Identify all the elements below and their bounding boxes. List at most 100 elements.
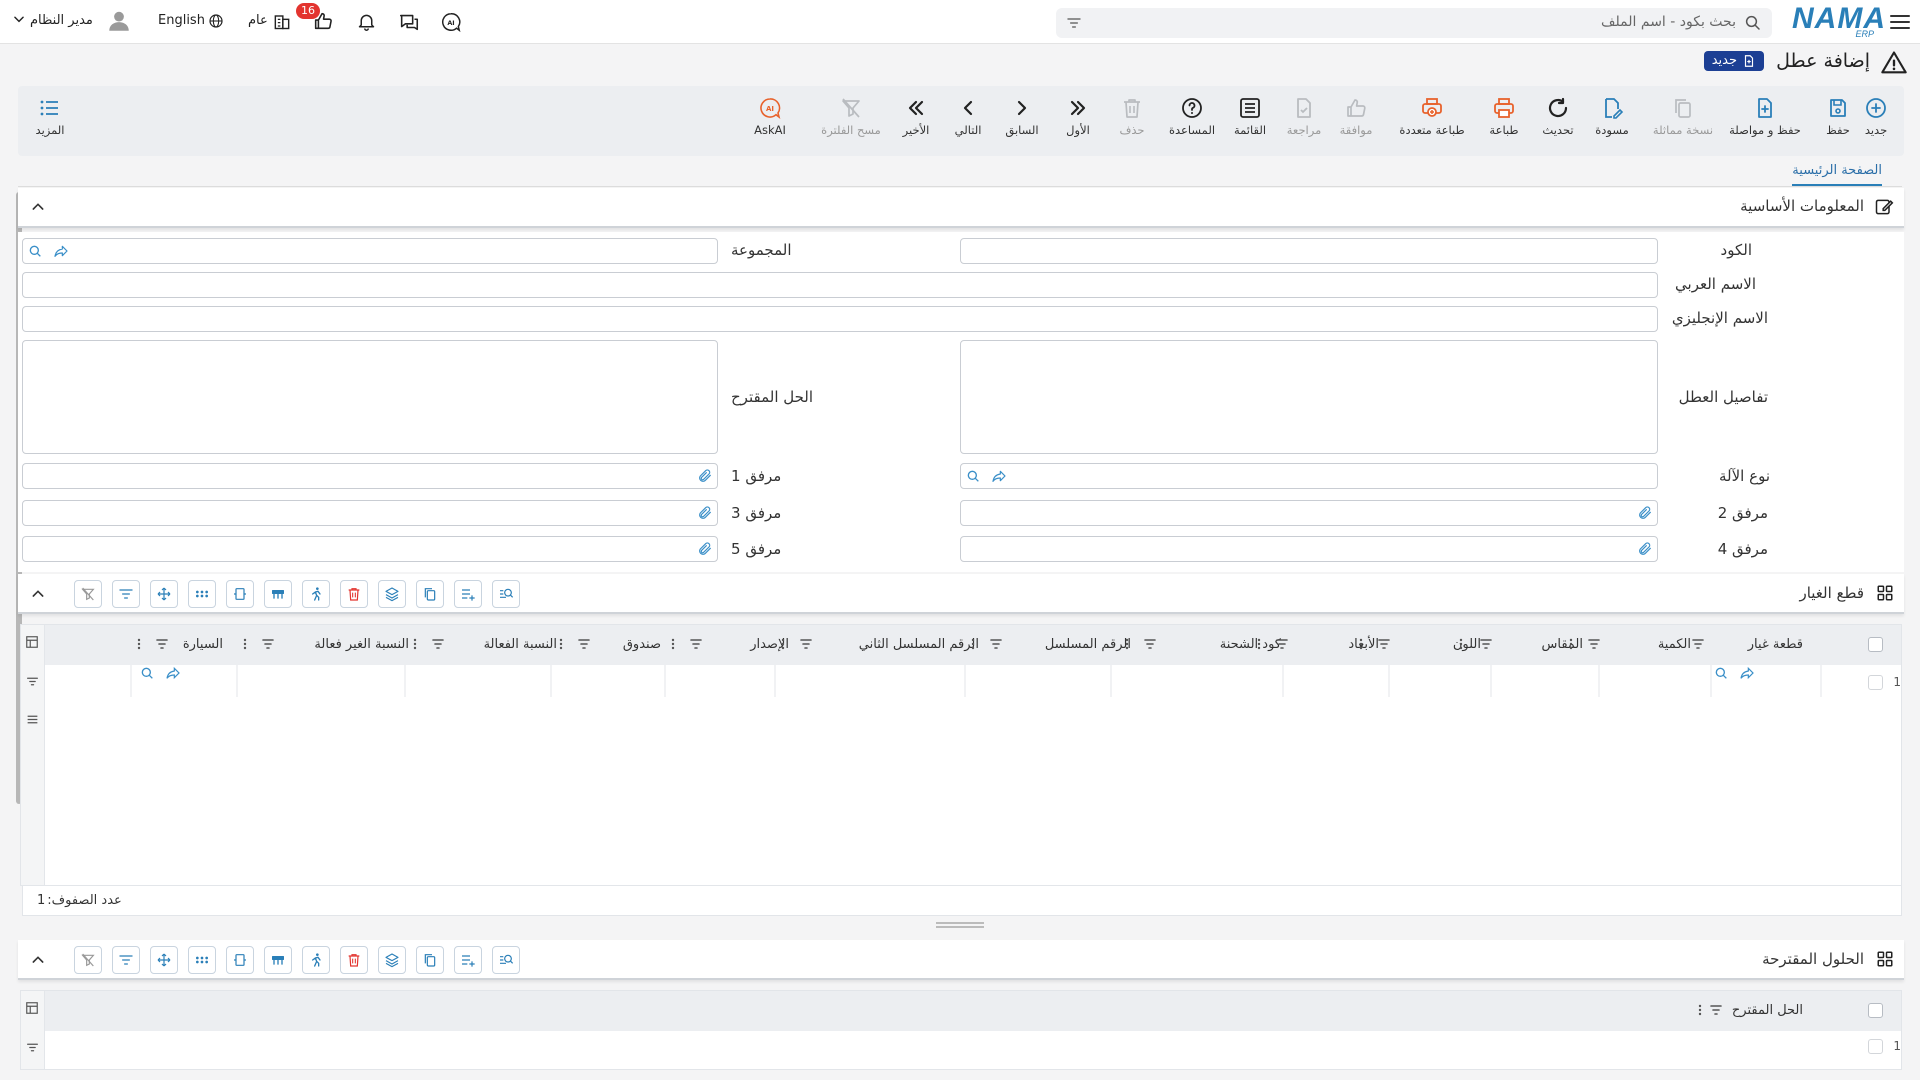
suggested-solution-label: الحل المقترح bbox=[731, 388, 814, 406]
add-rows-button[interactable] bbox=[454, 580, 482, 608]
attachment1-field[interactable] bbox=[22, 463, 718, 489]
review-button[interactable]: مراجعة bbox=[1276, 86, 1332, 156]
group-field[interactable] bbox=[22, 238, 718, 264]
search-refresh-icon[interactable] bbox=[1713, 665, 1729, 681]
tab-home[interactable]: الصفحة الرئيسية bbox=[1792, 163, 1882, 186]
paperclip-icon[interactable] bbox=[697, 468, 713, 484]
fit-columns-button[interactable] bbox=[226, 946, 254, 974]
attachment5-field[interactable] bbox=[22, 536, 718, 562]
multi-print-button[interactable]: طباعة متعددة bbox=[1394, 86, 1470, 156]
search-grid-button[interactable] bbox=[492, 946, 520, 974]
runner-button[interactable] bbox=[302, 580, 330, 608]
suggested-solution-textarea[interactable] bbox=[22, 340, 718, 454]
filter-grid-button[interactable] bbox=[112, 946, 140, 974]
search-input[interactable]: بحث بكود - اسم الملف bbox=[1056, 8, 1772, 38]
approve-button[interactable]: موافقة bbox=[1328, 86, 1384, 156]
edit-icon bbox=[1874, 197, 1894, 217]
copy-row-button[interactable] bbox=[416, 946, 444, 974]
fit-columns-button[interactable] bbox=[226, 580, 254, 608]
chevron-down-icon[interactable] bbox=[12, 12, 26, 26]
bell-icon[interactable] bbox=[356, 11, 377, 32]
search-refresh-icon[interactable] bbox=[965, 468, 981, 484]
arabic-name-field[interactable] bbox=[22, 272, 1658, 298]
attachment2-field[interactable] bbox=[960, 500, 1658, 526]
english-name-field[interactable] bbox=[22, 306, 1658, 332]
scope-label[interactable]: عام bbox=[248, 13, 268, 28]
previous-button[interactable]: السابق bbox=[994, 86, 1050, 156]
nama-logo[interactable]: NAMA ERP bbox=[1792, 4, 1885, 40]
columns-icon[interactable] bbox=[25, 1001, 39, 1015]
move-grid-button[interactable] bbox=[150, 946, 178, 974]
clear-filter-grid-button[interactable] bbox=[74, 580, 102, 608]
next-button[interactable]: التالي bbox=[940, 86, 996, 156]
attachment4-field[interactable] bbox=[960, 536, 1658, 562]
globe-icon[interactable] bbox=[208, 13, 224, 29]
more-button[interactable]: المزيد bbox=[22, 86, 78, 156]
delete-button[interactable]: حذف bbox=[1104, 86, 1160, 156]
share-icon[interactable] bbox=[1739, 665, 1755, 681]
share-icon[interactable] bbox=[165, 665, 181, 681]
filter-icon[interactable] bbox=[1066, 15, 1082, 31]
search-grid-button[interactable] bbox=[492, 580, 520, 608]
add-rows-button[interactable] bbox=[454, 946, 482, 974]
layers-button[interactable] bbox=[378, 946, 406, 974]
duplicate-button[interactable]: نسخة مماثلة bbox=[1650, 86, 1716, 156]
filter-icon[interactable] bbox=[26, 1041, 39, 1054]
runner-button[interactable] bbox=[302, 946, 330, 974]
filter-grid-button[interactable] bbox=[112, 580, 140, 608]
select-all-checkbox[interactable] bbox=[1868, 1003, 1883, 1018]
avatar[interactable] bbox=[106, 8, 132, 34]
clear-filter-button[interactable]: مسح الفلترة bbox=[818, 86, 884, 156]
machine-type-field[interactable] bbox=[960, 463, 1658, 489]
askai-button[interactable]: AI AskAI bbox=[742, 86, 798, 156]
list-button[interactable]: القائمة bbox=[1222, 86, 1278, 156]
paperclip-icon[interactable] bbox=[1637, 505, 1653, 521]
grid-dots-button[interactable] bbox=[188, 580, 216, 608]
delete-row-button[interactable] bbox=[340, 946, 368, 974]
user-name[interactable]: مدير النظام bbox=[30, 13, 93, 28]
layers-button[interactable] bbox=[378, 580, 406, 608]
table-row[interactable]: 1 bbox=[1825, 1033, 1901, 1061]
menu-lines-icon[interactable] bbox=[26, 713, 39, 726]
first-button[interactable]: الأول bbox=[1050, 86, 1106, 156]
row-checkbox[interactable] bbox=[1868, 1039, 1883, 1054]
draft-button[interactable]: مسودة bbox=[1584, 86, 1640, 156]
table-view-button[interactable] bbox=[264, 946, 292, 974]
refresh-button[interactable]: تحديث bbox=[1530, 86, 1586, 156]
col-header-suggested-solution[interactable]: الحل المقترح bbox=[1732, 1003, 1803, 1018]
collapse-icon[interactable] bbox=[30, 952, 46, 968]
share-icon[interactable] bbox=[991, 468, 1007, 484]
help-button[interactable]: المساعدة bbox=[1164, 86, 1220, 156]
copy-row-button[interactable] bbox=[416, 580, 444, 608]
last-button[interactable]: الأخير bbox=[888, 86, 944, 156]
grid-dots-button[interactable] bbox=[188, 946, 216, 974]
paperclip-icon[interactable] bbox=[697, 541, 713, 557]
menu-icon[interactable] bbox=[1888, 10, 1912, 34]
save-button[interactable]: حفظ bbox=[1810, 86, 1866, 156]
search-refresh-icon[interactable] bbox=[27, 243, 43, 259]
delete-row-button[interactable] bbox=[340, 580, 368, 608]
print-button[interactable]: طباعة bbox=[1476, 86, 1532, 156]
ai-assistant-icon[interactable]: AI bbox=[440, 11, 462, 33]
attachment3-field[interactable] bbox=[22, 500, 718, 526]
paperclip-icon[interactable] bbox=[697, 505, 713, 521]
fault-details-textarea[interactable] bbox=[960, 340, 1658, 454]
save-continue-button[interactable]: حفظ و مواصلة bbox=[1729, 86, 1801, 156]
collapse-icon[interactable] bbox=[30, 586, 46, 602]
language-switch[interactable]: English bbox=[158, 13, 205, 28]
search-refresh-icon[interactable] bbox=[139, 665, 155, 681]
solutions-header: الحلول المقترحة bbox=[18, 940, 1904, 980]
collapse-icon[interactable] bbox=[30, 199, 46, 215]
share-icon[interactable] bbox=[53, 243, 69, 259]
column-menu-glyphs[interactable] bbox=[1697, 1003, 1727, 1019]
paperclip-icon[interactable] bbox=[1637, 541, 1653, 557]
move-grid-button[interactable] bbox=[150, 580, 178, 608]
fault-details-label: تفاصيل العطل bbox=[1678, 388, 1768, 406]
resize-handle[interactable] bbox=[936, 922, 984, 928]
code-field[interactable] bbox=[960, 238, 1658, 264]
grid-header-glyphs bbox=[130, 638, 1822, 697]
clear-filter-grid-button[interactable] bbox=[74, 946, 102, 974]
building-icon[interactable] bbox=[272, 11, 292, 31]
chat-icon[interactable] bbox=[398, 11, 420, 33]
table-view-button[interactable] bbox=[264, 580, 292, 608]
